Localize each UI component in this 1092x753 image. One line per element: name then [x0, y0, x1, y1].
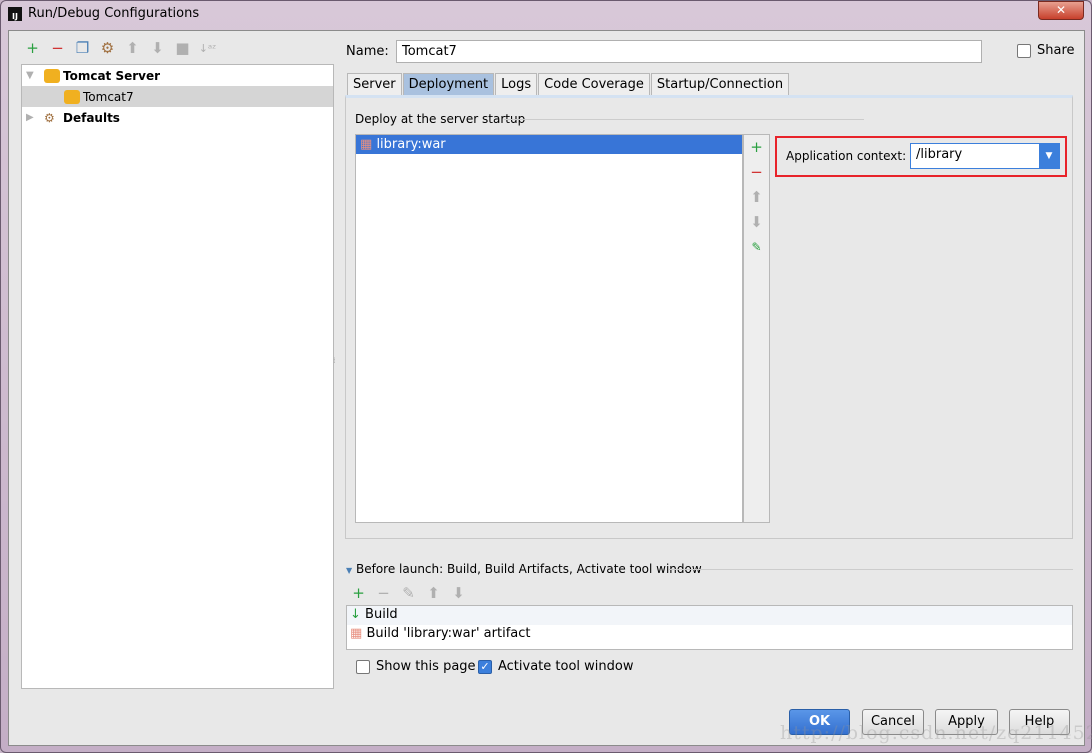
share-label: Share [1037, 43, 1075, 58]
folder-icon[interactable]: ■ [173, 39, 192, 57]
task-build[interactable]: ↓ Build [347, 606, 1072, 625]
tomcat-icon [64, 89, 80, 104]
deployment-panel: Deploy at the server startup ▦ library:w… [345, 95, 1073, 539]
activate-tool-checkbox[interactable]: ✓ Activate tool window [478, 659, 633, 674]
expand-arrow-icon[interactable]: ▼ [26, 70, 44, 81]
watermark: http://blog.csdn.net/zq2114522 [780, 722, 1092, 744]
show-page-check-box[interactable] [356, 659, 370, 674]
tab-bar: Server Deployment Logs Code Coverage Sta… [347, 73, 790, 95]
tab-deployment[interactable]: Deployment [402, 73, 495, 95]
task-label: Build 'library:war' artifact [366, 626, 531, 641]
tab-startup-connection[interactable]: Startup/Connection [650, 73, 790, 95]
dialog-body: + − ❐ ⚙ ⬆ ⬇ ■ ↓ᵃᶻ ▼ Tomcat Server Tomcat… [8, 30, 1085, 746]
artifact-icon: ▦ [350, 626, 363, 641]
share-checkbox[interactable]: Share [1017, 43, 1075, 58]
divider [504, 119, 864, 120]
before-launch-label: Before launch: Build, Build Artifacts, A… [355, 562, 702, 576]
artifact-icon: ▦ [360, 137, 373, 152]
add-icon[interactable]: + [744, 135, 769, 160]
activate-tool-check-box[interactable]: ✓ [478, 659, 492, 674]
dropdown-arrow-icon[interactable]: ▼ [1039, 144, 1059, 168]
intellij-icon: IJ [8, 6, 22, 21]
task-label: Build [365, 607, 398, 622]
tree-label: Tomcat7 [83, 89, 134, 104]
move-down-icon[interactable]: ⬇ [449, 584, 468, 602]
tree-label: Defaults [63, 110, 120, 125]
tab-server[interactable]: Server [347, 73, 402, 95]
show-page-label: Show this page [376, 659, 476, 674]
task-build-artifact[interactable]: ▦ Build 'library:war' artifact [347, 625, 1072, 644]
divider [669, 569, 1073, 570]
edit-icon[interactable]: ✎ [399, 584, 418, 602]
tab-logs[interactable]: Logs [495, 73, 538, 95]
activate-tool-label: Activate tool window [498, 659, 634, 674]
wrench-icon[interactable]: ⚙ [98, 39, 117, 57]
build-icon: ↓ [350, 607, 361, 622]
name-input[interactable]: Tomcat7 [396, 40, 982, 63]
artifact-list: ▦ library:war [355, 134, 743, 523]
move-up-icon[interactable]: ⬆ [424, 584, 443, 602]
before-launch-header[interactable]: ▼ Before launch: Build, Build Artifacts,… [346, 562, 702, 576]
config-tree: ▼ Tomcat Server Tomcat7 ▶ ⚙ Defaults [21, 64, 334, 689]
share-check-box[interactable] [1017, 43, 1031, 58]
artifact-label: library:war [376, 137, 446, 152]
move-up-icon[interactable]: ⬆ [744, 185, 769, 210]
tomcat-icon [44, 68, 60, 83]
app-context-highlight: Application context: /library ▼ [775, 136, 1067, 177]
collapse-arrow-icon[interactable]: ▼ [346, 566, 352, 575]
app-context-combo[interactable]: /library ▼ [910, 143, 1060, 169]
move-down-icon[interactable]: ⬇ [148, 39, 167, 57]
sort-icon[interactable]: ↓ᵃᶻ [198, 42, 217, 55]
remove-icon[interactable]: − [48, 39, 67, 57]
add-icon[interactable]: + [23, 39, 42, 57]
tree-item-tomcat-server[interactable]: ▼ Tomcat Server [22, 65, 333, 86]
title-bar: IJ Run/Debug Configurations [8, 6, 199, 21]
app-context-value: /library [916, 147, 963, 162]
close-button[interactable]: ✕ [1038, 1, 1084, 20]
remove-icon[interactable]: − [744, 160, 769, 185]
remove-icon[interactable]: − [374, 584, 393, 602]
artifact-toolbar: + − ⬆ ⬇ ✎ [743, 134, 770, 523]
before-launch-toolbar: + − ✎ ⬆ ⬇ [349, 584, 468, 602]
tree-label: Tomcat Server [63, 68, 161, 83]
tree-item-tomcat7[interactable]: Tomcat7 [22, 86, 333, 107]
app-context-label: Application context: [786, 149, 907, 163]
copy-icon[interactable]: ❐ [73, 39, 92, 57]
deploy-group-label: Deploy at the server startup [355, 112, 526, 126]
show-page-checkbox[interactable]: Show this page [356, 659, 476, 674]
move-down-icon[interactable]: ⬇ [744, 210, 769, 235]
splitter-handle[interactable]: ⁞ [333, 356, 336, 365]
collapse-arrow-icon[interactable]: ▶ [26, 112, 44, 123]
move-up-icon[interactable]: ⬆ [123, 39, 142, 57]
left-toolbar: + − ❐ ⚙ ⬆ ⬇ ■ ↓ᵃᶻ [23, 39, 217, 57]
add-icon[interactable]: + [349, 584, 368, 602]
window-title: Run/Debug Configurations [28, 6, 200, 21]
artifact-item[interactable]: ▦ library:war [356, 135, 742, 154]
tab-code-coverage[interactable]: Code Coverage [538, 73, 650, 95]
before-launch-list: ↓ Build ▦ Build 'library:war' artifact [346, 605, 1073, 650]
tree-item-defaults[interactable]: ▶ ⚙ Defaults [22, 107, 333, 128]
edit-icon[interactable]: ✎ [744, 235, 769, 260]
name-label: Name: [346, 44, 389, 59]
wrench-icon: ⚙ [44, 110, 55, 125]
